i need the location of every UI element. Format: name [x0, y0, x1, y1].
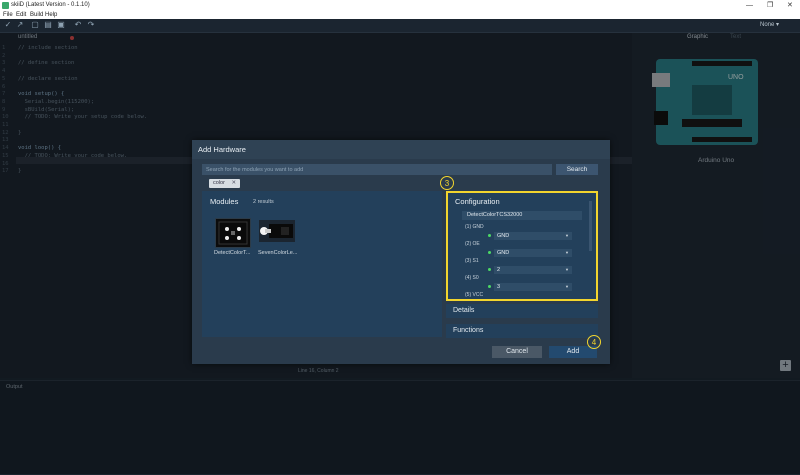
pin-label: (2) OE	[465, 241, 480, 247]
module-label[interactable]: DetectColorT...	[214, 250, 250, 256]
window-title: skiiD (Latest Version - 0.1.10)	[11, 2, 90, 8]
details-title: Details	[453, 307, 475, 314]
pin-status-dot	[488, 285, 491, 288]
module-thumb-detectcolor[interactable]	[215, 218, 251, 248]
chevron-down-icon: ▼	[565, 284, 569, 289]
cancel-button[interactable]: Cancel	[492, 346, 542, 358]
pin-status-dot	[488, 234, 491, 237]
details-section[interactable]: Details	[446, 304, 598, 318]
verify-icon[interactable]: ✓	[3, 20, 13, 30]
minimize-button[interactable]: —	[746, 0, 753, 11]
redo-icon[interactable]: ↷	[86, 20, 96, 30]
menu-build[interactable]: Build	[30, 11, 43, 19]
app-icon	[2, 2, 9, 9]
open-file-icon[interactable]: ▤	[43, 20, 53, 30]
pin-label: (5) VCC	[465, 292, 484, 298]
menu-help[interactable]: Help	[45, 11, 57, 19]
pin-label: (4) S0	[465, 275, 479, 281]
menu-bar: File Edit Build Help	[0, 11, 800, 19]
chevron-down-icon: ▼	[565, 250, 569, 255]
pin-select-s1[interactable]: 2 ▼	[494, 266, 572, 274]
menu-file[interactable]: File	[3, 11, 13, 19]
remove-filter-icon[interactable]: ✕	[231, 179, 236, 188]
filter-chip[interactable]: color ✕	[209, 179, 241, 188]
modules-panel: Modules 2 results DetectColorT... SevenC…	[202, 191, 442, 337]
maximize-button[interactable]: ❐	[767, 0, 773, 11]
chevron-down-icon: ▼	[565, 233, 569, 238]
pin-select-value: 2	[497, 267, 501, 273]
search-button[interactable]: Search	[556, 164, 598, 175]
module-search-input[interactable]	[202, 164, 552, 175]
step-marker-3: 3	[440, 176, 454, 190]
toolbar: ✓ ↗ ▢ ▤ ▣ ↶ ↷ None ▾	[0, 19, 800, 33]
undo-icon[interactable]: ↶	[73, 20, 83, 30]
chevron-down-icon: ▼	[565, 267, 569, 272]
pin-status-dot	[488, 268, 491, 271]
save-icon[interactable]: ▣	[56, 20, 66, 30]
pin-select-value: GND	[497, 250, 510, 256]
pin-select-value: GND	[497, 233, 510, 239]
pin-label: (3) S1	[465, 258, 479, 264]
configuration-title: Configuration	[455, 197, 500, 206]
pin-status-dot	[488, 251, 491, 254]
functions-title: Functions	[453, 327, 484, 334]
functions-section[interactable]: Functions	[446, 324, 598, 338]
upload-icon[interactable]: ↗	[15, 20, 25, 30]
add-hardware-dialog: Add Hardware Search color ✕ Modules 2 re…	[192, 140, 610, 364]
dialog-title: Add Hardware	[198, 145, 246, 154]
new-file-icon[interactable]: ▢	[30, 20, 40, 30]
modules-title: Modules	[210, 197, 239, 206]
pin-select-oe[interactable]: GND ▼	[494, 249, 572, 257]
configuration-panel: Configuration DetectColorTCS32000 (1) GN…	[446, 191, 598, 301]
board-selector[interactable]: None ▾	[760, 21, 779, 28]
module-label[interactable]: SevenColorLe...	[258, 250, 297, 256]
modules-count: 2 results	[253, 199, 274, 205]
filter-chip-label: color	[213, 180, 225, 186]
dialog-header: Add Hardware	[192, 140, 610, 159]
menu-edit[interactable]: Edit	[16, 11, 26, 19]
pin-select-gnd[interactable]: GND ▼	[494, 232, 572, 240]
pin-label: (1) GND	[465, 224, 484, 230]
step-marker-4: 4	[587, 335, 601, 349]
title-bar: skiiD (Latest Version - 0.1.10) — ❐ ✕	[0, 0, 800, 11]
close-button[interactable]: ✕	[787, 0, 793, 11]
pin-select-s0[interactable]: 3 ▼	[494, 283, 572, 291]
module-name-field[interactable]: DetectColorTCS32000	[462, 211, 582, 220]
module-thumb-sevencolor[interactable]	[259, 220, 295, 242]
config-scrollbar[interactable]	[589, 201, 592, 251]
pin-select-value: 3	[497, 284, 501, 290]
